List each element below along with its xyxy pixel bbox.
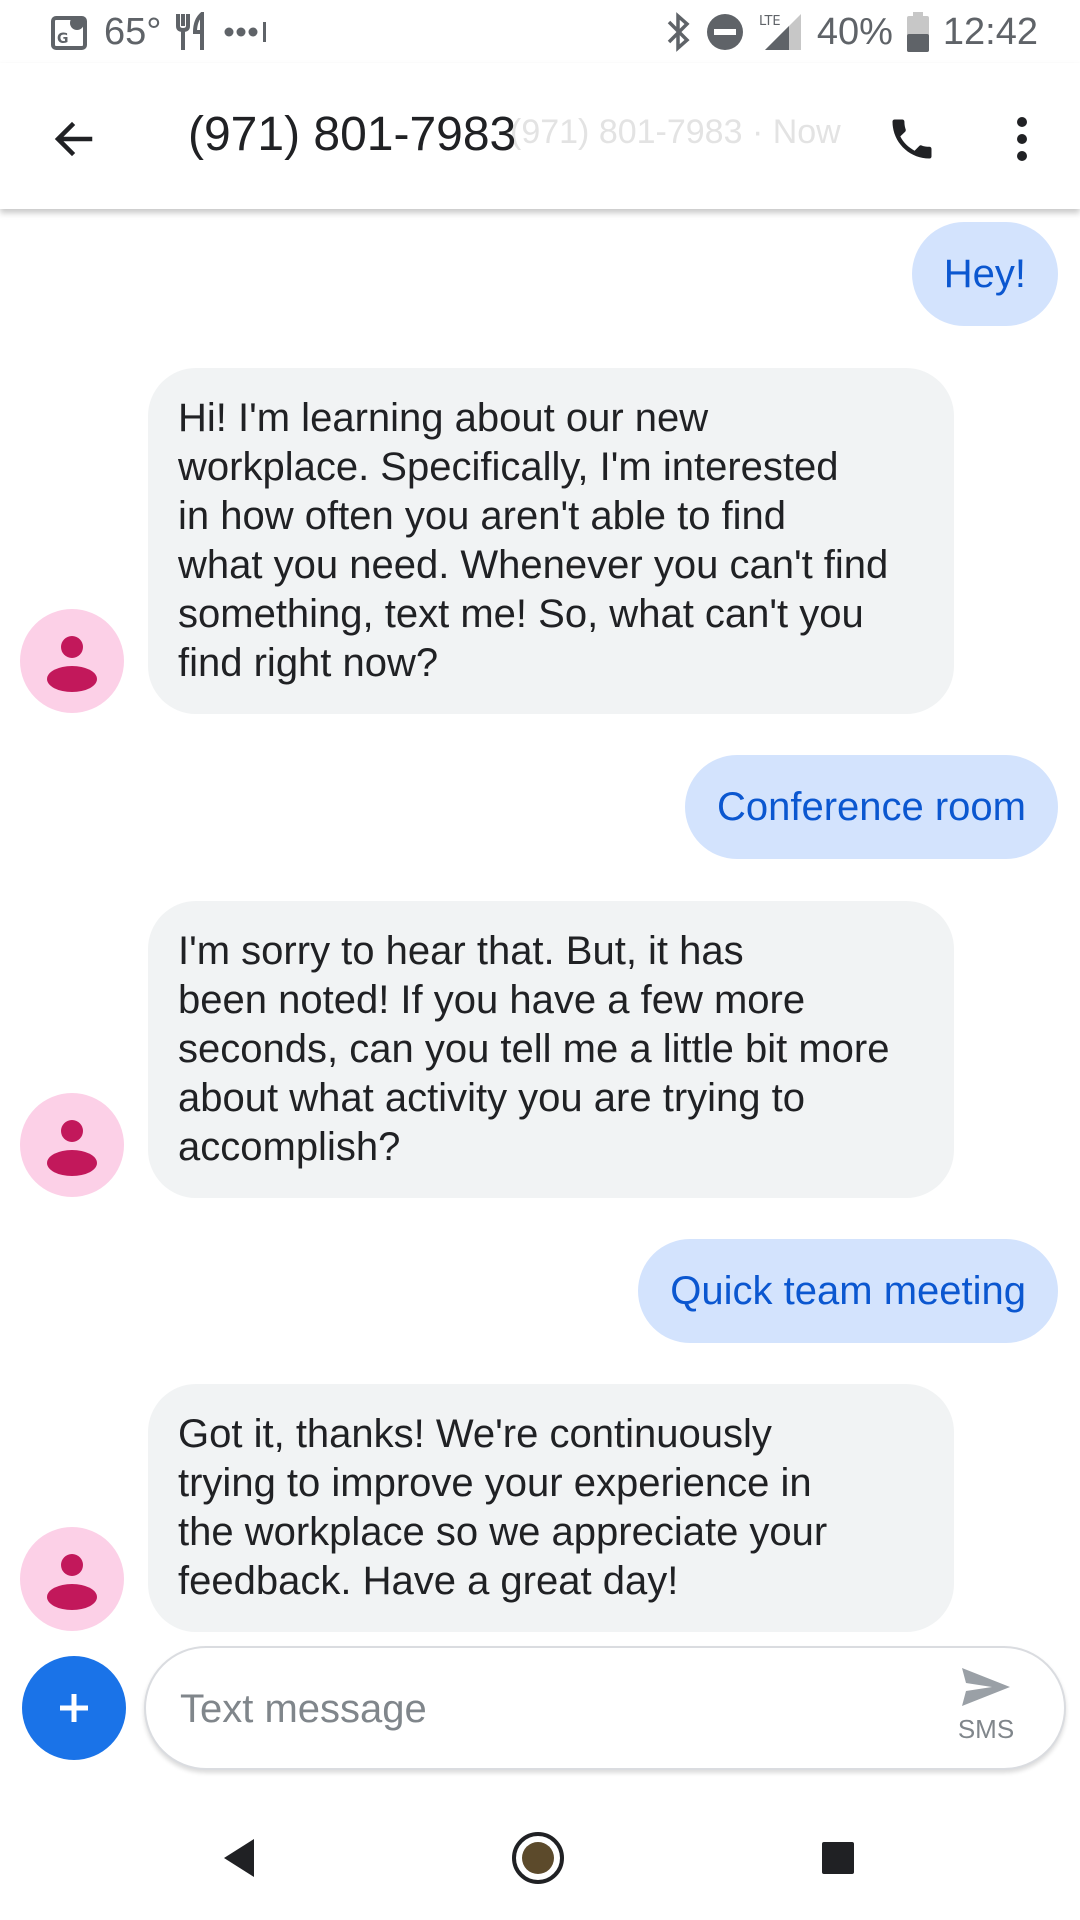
navigation-bar xyxy=(0,1790,1080,1920)
incoming-message[interactable]: Got it, thanks! We're continuously tryin… xyxy=(148,1384,954,1632)
call-button[interactable] xyxy=(880,107,944,171)
nav-recents-icon xyxy=(822,1842,854,1874)
nav-recents-button[interactable] xyxy=(808,1828,868,1888)
bluetooth-icon xyxy=(665,12,691,52)
nav-home-icon xyxy=(512,1832,564,1884)
message-thread[interactable]: Hey! Hi! I'm learning about our new work… xyxy=(0,209,1080,1639)
add-attachment-button[interactable] xyxy=(22,1656,126,1760)
clock: 12:42 xyxy=(942,10,1038,53)
more-vert-icon xyxy=(1017,117,1027,161)
status-bar: G 65° LTE 40% 12:42 xyxy=(0,0,1080,63)
ghost-subtitle: (971) 801-7983 · Now xyxy=(510,113,841,151)
message-input[interactable] xyxy=(180,1672,880,1746)
restaurant-icon xyxy=(175,12,209,52)
compose-bar: SMS xyxy=(144,1646,1066,1770)
battery-percent: 40% xyxy=(816,10,893,53)
outgoing-message[interactable]: Conference room xyxy=(684,755,1058,859)
send-type-label: SMS xyxy=(957,1714,1015,1744)
svg-text:G: G xyxy=(57,31,69,47)
contact-avatar[interactable] xyxy=(20,1527,124,1631)
map-pin-icon: G xyxy=(50,12,90,52)
outgoing-message[interactable]: Hey! xyxy=(911,222,1058,326)
app-bar: (971) 801-7983 · Now (971) 801-7983 xyxy=(0,63,1080,209)
plus-icon xyxy=(60,1694,88,1722)
signal-icon: LTE xyxy=(759,12,803,52)
contact-avatar[interactable] xyxy=(20,609,124,713)
send-button[interactable]: SMS xyxy=(946,1664,1026,1756)
network-type: LTE xyxy=(759,14,781,29)
contact-avatar[interactable] xyxy=(20,1093,124,1197)
outgoing-message[interactable]: Quick team meeting xyxy=(638,1239,1058,1343)
person-icon xyxy=(47,1554,97,1610)
phone-icon xyxy=(892,119,932,159)
incoming-message[interactable]: I'm sorry to hear that. But, it has been… xyxy=(148,901,954,1198)
incoming-message[interactable]: Hi! I'm learning about our new workplace… xyxy=(148,368,954,714)
person-icon xyxy=(47,636,97,692)
back-button[interactable] xyxy=(44,109,104,169)
do-not-disturb-icon xyxy=(705,12,745,52)
nav-back-icon xyxy=(224,1839,254,1877)
back-arrow-icon xyxy=(54,121,93,157)
nav-back-button[interactable] xyxy=(210,1828,270,1888)
temperature: 65° xyxy=(104,10,162,53)
nav-home-button[interactable] xyxy=(508,1828,568,1888)
battery-icon xyxy=(906,12,929,52)
more-options-button[interactable] xyxy=(1000,107,1044,171)
person-icon xyxy=(47,1120,97,1176)
conversation-title[interactable]: (971) 801-7983 xyxy=(188,107,516,162)
send-icon xyxy=(962,1668,1010,1706)
dots-icon xyxy=(223,22,273,42)
